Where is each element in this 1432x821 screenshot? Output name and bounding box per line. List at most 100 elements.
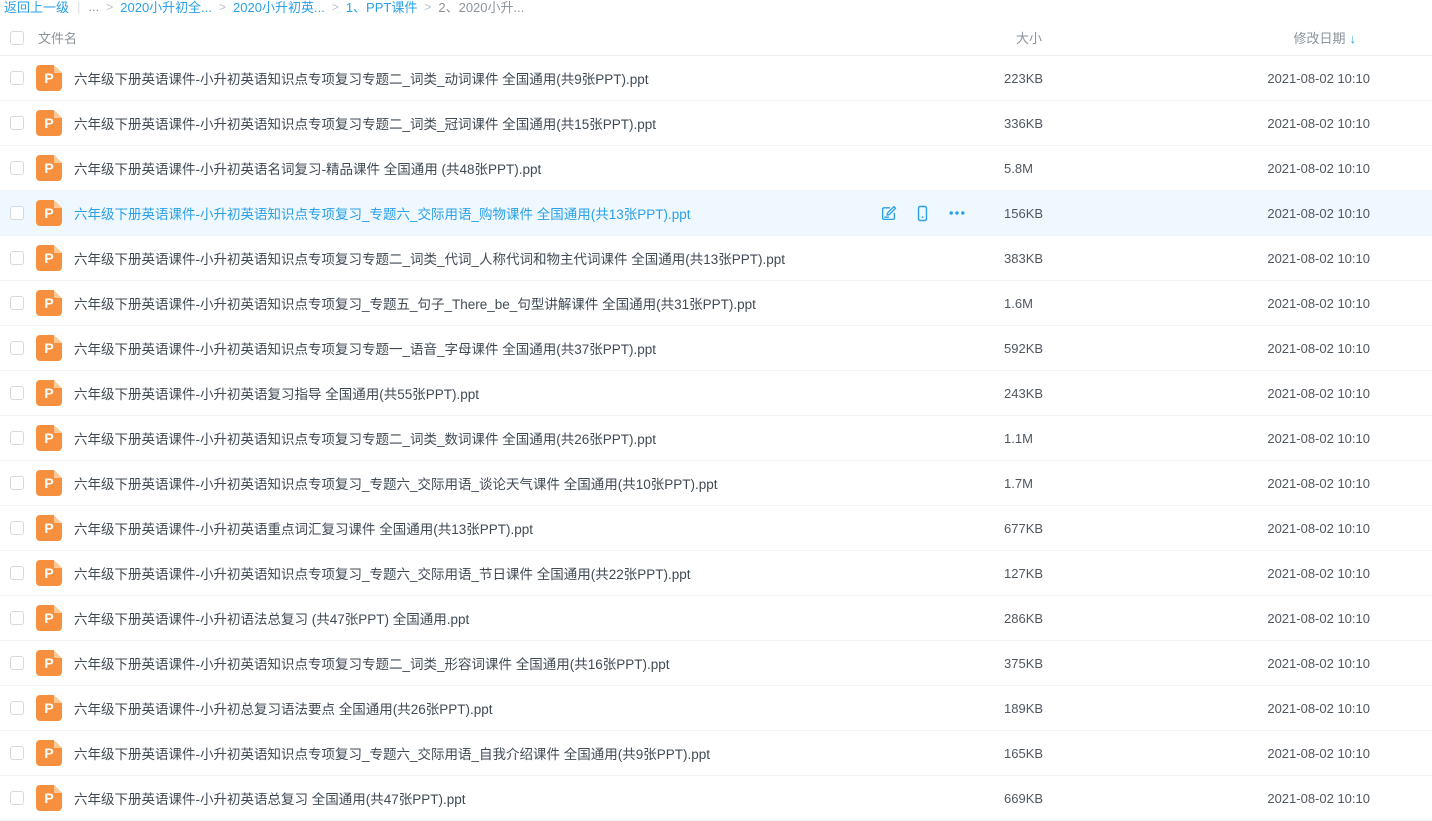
file-size: 336KB: [1000, 116, 1110, 131]
breadcrumb-link[interactable]: 2020小升初英...: [233, 0, 325, 16]
table-row[interactable]: P 六年级下册英语课件-小升初英语知识点专项复习专题二_词类_形容词课件 全国通…: [0, 641, 1432, 686]
file-name-link[interactable]: 六年级下册英语课件-小升初英语知识点专项复习_专题六_交际用语_节日课件 全国通…: [74, 563, 880, 583]
file-name-link[interactable]: 六年级下册英语课件-小升初总复习语法要点 全国通用(共26张PPT).ppt: [74, 698, 880, 718]
ppt-file-icon: P: [36, 605, 62, 631]
sort-desc-icon[interactable]: ↓: [1350, 31, 1357, 46]
row-checkbox[interactable]: [10, 251, 24, 265]
table-row[interactable]: P 六年级下册英语课件-小升初英语知识点专项复习专题二_词类_冠词课件 全国通用…: [0, 101, 1432, 146]
file-name-link[interactable]: 六年级下册英语课件-小升初英语知识点专项复习专题二_词类_数词课件 全国通用(共…: [74, 428, 880, 448]
file-date: 2021-08-02 10:10: [1110, 791, 1370, 806]
row-checkbox[interactable]: [10, 656, 24, 670]
ppt-file-icon: P: [36, 785, 62, 811]
file-size: 1.7M: [1000, 476, 1110, 491]
file-name-link[interactable]: 六年级下册英语课件-小升初英语复习指导 全国通用(共55张PPT).ppt: [74, 383, 880, 403]
file-date: 2021-08-02 10:10: [1110, 161, 1370, 176]
row-checkbox[interactable]: [10, 701, 24, 715]
file-size: 189KB: [1000, 701, 1110, 716]
file-date: 2021-08-02 10:10: [1110, 611, 1370, 626]
row-checkbox[interactable]: [10, 296, 24, 310]
table-row[interactable]: P 六年级下册英语课件-小升初英语复习指导 全国通用(共55张PPT).ppt: [0, 371, 1432, 416]
file-size: 156KB: [1000, 206, 1110, 221]
file-date: 2021-08-02 10:10: [1110, 251, 1370, 266]
row-checkbox[interactable]: [10, 161, 24, 175]
table-row[interactable]: P 六年级下册英语课件-小升初英语知识点专项复习_专题六_交际用语_自我介绍课件…: [0, 731, 1432, 776]
file-date: 2021-08-02 10:10: [1110, 656, 1370, 671]
table-row[interactable]: P 六年级下册英语课件-小升初英语知识点专项复习专题二_词类_动词课件 全国通用…: [0, 56, 1432, 101]
file-name-link[interactable]: 六年级下册英语课件-小升初英语知识点专项复习专题二_词类_冠词课件 全国通用(共…: [74, 113, 880, 133]
file-size: 127KB: [1000, 566, 1110, 581]
more-actions-button[interactable]: [948, 204, 966, 222]
row-checkbox[interactable]: [10, 791, 24, 805]
row-checkbox[interactable]: [10, 521, 24, 535]
row-checkbox[interactable]: [10, 116, 24, 130]
file-date: 2021-08-02 10:10: [1110, 746, 1370, 761]
ppt-file-icon: P: [36, 155, 62, 181]
row-checkbox[interactable]: [10, 341, 24, 355]
file-size: 375KB: [1000, 656, 1110, 671]
row-checkbox[interactable]: [10, 431, 24, 445]
file-date: 2021-08-02 10:10: [1110, 701, 1370, 716]
file-size: 1.1M: [1000, 431, 1110, 446]
table-row[interactable]: P 六年级下册英语课件-小升初英语名词复习-精品课件 全国通用 (共48张PPT…: [0, 146, 1432, 191]
file-name-link[interactable]: 六年级下册英语课件-小升初英语知识点专项复习_专题六_交际用语_自我介绍课件 全…: [74, 743, 880, 763]
table-row[interactable]: P 六年级下册英语课件-小升初英语知识点专项复习_专题六_交际用语_节日课件 全…: [0, 551, 1432, 596]
file-size: 1.6M: [1000, 296, 1110, 311]
file-name-link[interactable]: 六年级下册英语课件-小升初英语知识点专项复习_专题五_句子_There_be_句…: [74, 293, 880, 313]
table-row[interactable]: P 六年级下册英语课件-小升初语法总复习 (共47张PPT) 全国通用.ppt: [0, 596, 1432, 641]
ppt-file-icon: P: [36, 515, 62, 541]
file-name-link[interactable]: 六年级下册英语课件-小升初英语知识点专项复习_专题六_交际用语_谈论天气课件 全…: [74, 473, 880, 493]
row-checkbox[interactable]: [10, 611, 24, 625]
table-row[interactable]: P 六年级下册英语课件-小升初英语知识点专项复习专题一_语音_字母课件 全国通用…: [0, 326, 1432, 371]
table-row[interactable]: P 六年级下册英语课件-小升初总复习语法要点 全国通用(共26张PPT).ppt: [0, 686, 1432, 731]
breadcrumb-separator: >: [424, 0, 431, 14]
ppt-file-icon: P: [36, 740, 62, 766]
breadcrumb-link[interactable]: 1、PPT课件: [346, 0, 418, 16]
breadcrumb-current: 2、2020小升...: [438, 0, 524, 16]
row-checkbox[interactable]: [10, 71, 24, 85]
ppt-file-icon: P: [36, 200, 62, 226]
file-size: 223KB: [1000, 71, 1110, 86]
table-row[interactable]: P 六年级下册英语课件-小升初英语总复习 全国通用(共47张PPT).ppt: [0, 776, 1432, 821]
file-name-link[interactable]: 六年级下册英语课件-小升初英语知识点专项复习专题二_词类_代词_人称代词和物主代…: [74, 248, 880, 268]
file-date: 2021-08-02 10:10: [1110, 116, 1370, 131]
table-row[interactable]: P 六年级下册英语课件-小升初英语重点词汇复习课件 全国通用(共13张PPT).…: [0, 506, 1432, 551]
file-name-link[interactable]: 六年级下册英语课件-小升初英语重点词汇复习课件 全国通用(共13张PPT).pp…: [74, 518, 880, 538]
file-date: 2021-08-02 10:10: [1110, 566, 1370, 581]
table-header: 文件名 大小 修改日期↓: [0, 20, 1432, 56]
file-list: P 六年级下册英语课件-小升初英语知识点专项复习专题二_词类_动词课件 全国通用…: [0, 56, 1432, 821]
table-row[interactable]: P 六年级下册英语课件-小升初英语知识点专项复习专题二_词类_代词_人称代词和物…: [0, 236, 1432, 281]
table-row[interactable]: P 六年级下册英语课件-小升初英语知识点专项复习专题二_词类_数词课件 全国通用…: [0, 416, 1432, 461]
more-icon: [948, 204, 966, 222]
file-name-link[interactable]: 六年级下册英语课件-小升初语法总复习 (共47张PPT) 全国通用.ppt: [74, 608, 880, 628]
file-name-link[interactable]: 六年级下册英语课件-小升初英语知识点专项复习专题二_词类_动词课件 全国通用(共…: [74, 68, 880, 88]
file-name-link[interactable]: 六年级下册英语课件-小升初英语知识点专项复习专题一_语音_字母课件 全国通用(共…: [74, 338, 880, 358]
ppt-file-icon: P: [36, 335, 62, 361]
file-size: 669KB: [1000, 791, 1110, 806]
rename-button[interactable]: [880, 205, 897, 222]
breadcrumb-separator: >: [219, 0, 226, 14]
breadcrumb: 返回上一级 | ...>2020小升初全...>2020小升初英...>1、PP…: [0, 0, 1432, 15]
row-checkbox[interactable]: [10, 386, 24, 400]
column-header-date[interactable]: 修改日期↓: [1110, 28, 1370, 47]
file-name-link[interactable]: 六年级下册英语课件-小升初英语知识点专项复习专题二_词类_形容词课件 全国通用(…: [74, 653, 880, 673]
file-size: 165KB: [1000, 746, 1110, 761]
file-name-link[interactable]: 六年级下册英语课件-小升初英语总复习 全国通用(共47张PPT).ppt: [74, 788, 880, 808]
file-size: 243KB: [1000, 386, 1110, 401]
table-row[interactable]: P 六年级下册英语课件-小升初英语知识点专项复习_专题六_交际用语_谈论天气课件…: [0, 461, 1432, 506]
column-header-size: 大小: [1000, 28, 1110, 47]
row-checkbox[interactable]: [10, 746, 24, 760]
file-name-link[interactable]: 六年级下册英语课件-小升初英语名词复习-精品课件 全国通用 (共48张PPT).…: [74, 158, 880, 178]
send-to-phone-button[interactable]: [914, 205, 931, 222]
row-checkbox[interactable]: [10, 206, 24, 220]
select-all-checkbox[interactable]: [10, 31, 24, 45]
table-row[interactable]: P 六年级下册英语课件-小升初英语知识点专项复习_专题六_交际用语_购物课件 全…: [0, 191, 1432, 236]
file-name-link[interactable]: 六年级下册英语课件-小升初英语知识点专项复习_专题六_交际用语_购物课件 全国通…: [74, 203, 880, 223]
ppt-file-icon: P: [36, 65, 62, 91]
row-checkbox[interactable]: [10, 566, 24, 580]
row-checkbox[interactable]: [10, 476, 24, 490]
file-date: 2021-08-02 10:10: [1110, 341, 1370, 356]
table-row[interactable]: P 六年级下册英语课件-小升初英语知识点专项复习_专题五_句子_There_be…: [0, 281, 1432, 326]
file-size: 677KB: [1000, 521, 1110, 536]
breadcrumb-link[interactable]: 2020小升初全...: [120, 0, 212, 16]
breadcrumb-back-link[interactable]: 返回上一级: [4, 0, 69, 16]
